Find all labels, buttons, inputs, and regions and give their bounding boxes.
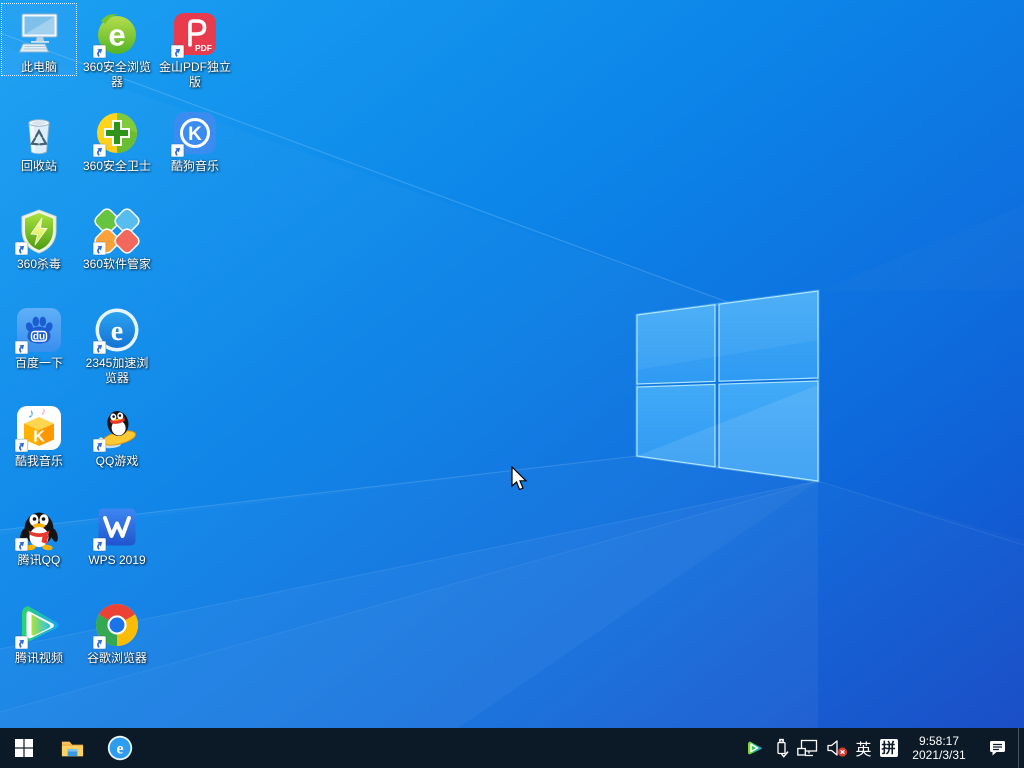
desktop-icon-kugou-music[interactable]: K 酷狗音乐 [158, 103, 232, 174]
taskbar-clock[interactable]: 9:58:17 2021/3/31 [902, 728, 976, 768]
file-explorer-icon [60, 736, 85, 761]
action-center-icon [988, 739, 1007, 757]
kugou-k-icon: K [171, 109, 219, 157]
blue-e-browser-icon: e [93, 306, 141, 354]
ime-language-indicator[interactable]: 英 [852, 728, 875, 768]
green-e-browser-icon: e [93, 10, 141, 58]
desktop-icon-360-software-manager[interactable]: 360软件管家 [80, 201, 154, 272]
desktop-icon-label: 360软件管家 [80, 257, 154, 272]
ime-pinyin-indicator[interactable]: 拼 [875, 728, 902, 768]
baidu-paw-icon: du [15, 306, 63, 354]
svg-text:e: e [116, 741, 123, 758]
shortcut-arrow-icon [15, 242, 28, 255]
windows-logo-icon [15, 739, 33, 757]
desktop-icon-this-pc[interactable]: 此电脑 [2, 4, 76, 75]
svg-text:du: du [33, 331, 45, 342]
desktop-icon-recycle-bin[interactable]: 回收站 [2, 103, 76, 174]
pdf-red-icon: PDF [171, 10, 219, 58]
kuwo-music-icon: K ♪ ♪ [15, 404, 63, 452]
shortcut-arrow-icon [171, 45, 184, 58]
taskbar-file-explorer-button[interactable] [48, 728, 96, 768]
tray-usb-icon[interactable] [767, 728, 794, 768]
start-button[interactable] [0, 728, 48, 768]
desktop-icon-baidu-search[interactable]: du 百度一下 [2, 300, 76, 371]
svg-text:♪: ♪ [41, 407, 46, 418]
taskbar-browser-button[interactable]: e [96, 728, 144, 768]
green-cross-ball-icon [93, 109, 141, 157]
taskbar: e [0, 728, 1024, 768]
desktop-icon-kingsoft-pdf[interactable]: PDF 金山PDF独立版 [158, 4, 232, 90]
shortcut-arrow-icon [15, 341, 28, 354]
desktop-icon-360-safeguard[interactable]: 360安全卫士 [80, 103, 154, 174]
desktop-icon-tencent-video[interactable]: 腾讯视频 [2, 595, 76, 666]
desktop-icon-2345-browser[interactable]: e 2345加速浏览器 [80, 300, 154, 386]
svg-text:♪: ♪ [28, 406, 35, 421]
tray-network-icon[interactable] [794, 728, 822, 768]
desktop-icon-qq-games[interactable]: QQ游戏 [80, 398, 154, 469]
shortcut-arrow-icon [93, 45, 106, 58]
desktop-icon-tencent-qq[interactable]: 腾讯QQ [2, 497, 76, 568]
desktop: 此电脑 回收站 360杀毒 du 百度一下 K ♪ ♪ [0, 0, 1024, 768]
shortcut-arrow-icon [171, 144, 184, 157]
shortcut-arrow-icon [15, 636, 28, 649]
recycle-bin-icon [15, 109, 63, 157]
ime-pinyin-label: 拼 [880, 739, 898, 757]
desktop-icon-label: 百度一下 [2, 356, 76, 371]
desktop-icon-label: 360安全浏览器 [80, 60, 154, 90]
desktop-icon-label: 谷歌浏览器 [80, 651, 154, 666]
shortcut-arrow-icon [93, 242, 106, 255]
shortcut-arrow-icon [15, 439, 28, 452]
desktop-icon-label: 腾讯QQ [2, 553, 76, 568]
shortcut-arrow-icon [15, 538, 28, 551]
desktop-icon-label: 360安全卫士 [80, 159, 154, 174]
clock-time: 9:58:17 [912, 734, 965, 748]
desktop-icon-kuwo-music[interactable]: K ♪ ♪ 酷我音乐 [2, 398, 76, 469]
desktop-icons: 此电脑 回收站 360杀毒 du 百度一下 K ♪ ♪ [0, 0, 1024, 768]
shortcut-arrow-icon [93, 439, 106, 452]
desktop-icon-360-antivirus[interactable]: 360杀毒 [2, 201, 76, 272]
desktop-icon-wps-2019[interactable]: WPS 2019 [80, 497, 154, 568]
shield-lightning-icon [15, 207, 63, 255]
chrome-icon [93, 601, 141, 649]
ime-language-label: 英 [855, 736, 871, 760]
action-center-button[interactable] [976, 728, 1018, 768]
system-tray: 英 拼 9:58:17 2021/3/31 [741, 728, 1024, 768]
svg-text:K: K [188, 124, 202, 145]
desktop-icon-label: 360杀毒 [2, 257, 76, 272]
tencent-video-icon [15, 601, 63, 649]
penguin-surf-icon [93, 404, 141, 452]
desktop-icon-label: 酷我音乐 [2, 454, 76, 469]
desktop-icon-label: 2345加速浏览器 [80, 356, 154, 386]
desktop-icon-label: 金山PDF独立版 [158, 60, 232, 90]
tray-volume-muted-icon[interactable] [822, 728, 852, 768]
wps-w-icon [93, 503, 141, 551]
desktop-icon-label: 回收站 [2, 159, 76, 174]
desktop-icon-google-chrome[interactable]: 谷歌浏览器 [80, 595, 154, 666]
desktop-icon-label: WPS 2019 [80, 553, 154, 568]
shortcut-arrow-icon [93, 636, 106, 649]
shortcut-arrow-icon [93, 538, 106, 551]
qq-penguin-icon [15, 503, 63, 551]
shortcut-arrow-icon [93, 144, 106, 157]
svg-text:e: e [108, 18, 125, 53]
svg-text:PDF: PDF [195, 43, 212, 53]
desktop-icon-label: QQ游戏 [80, 454, 154, 469]
this-pc-icon [15, 10, 63, 58]
clock-date: 2021/3/31 [912, 748, 965, 762]
four-leaves-icon [93, 207, 141, 255]
svg-text:K: K [33, 429, 45, 446]
show-desktop-button[interactable] [1018, 728, 1024, 768]
shortcut-arrow-icon [93, 341, 106, 354]
svg-text:e: e [111, 316, 123, 347]
desktop-icon-label: 此电脑 [2, 60, 76, 75]
desktop-icon-360-secure-browser[interactable]: e 360安全浏览器 [80, 4, 154, 90]
tray-tencent-video-icon[interactable] [741, 728, 767, 768]
mouse-cursor [510, 466, 532, 492]
desktop-icon-label: 腾讯视频 [2, 651, 76, 666]
desktop-icon-label: 酷狗音乐 [158, 159, 232, 174]
browser-e-icon: e [107, 735, 133, 761]
